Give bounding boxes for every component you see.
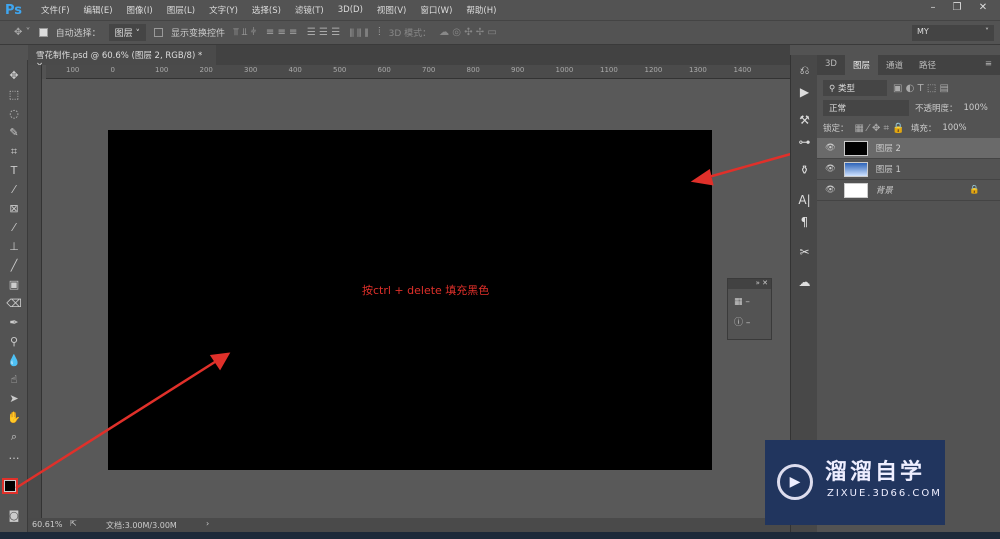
status-menu-arrow[interactable]: ›: [206, 519, 209, 528]
layer-name: 图层 1: [875, 165, 901, 175]
fill-value[interactable]: 100%: [942, 123, 966, 133]
watermark-url: ZIXUE.3D66.COM: [827, 488, 942, 499]
filter-value: 类型: [837, 84, 855, 94]
blend-mode-dropdown[interactable]: 正常: [823, 100, 909, 116]
adjustments-icon[interactable]: ⊶: [796, 135, 813, 152]
opacity-value[interactable]: 100%: [964, 103, 988, 113]
tab-layers[interactable]: 图层: [844, 55, 878, 75]
play-logo-icon: ▶: [777, 464, 813, 500]
watermark-logo: ▶ 溜溜自学 ZIXUE.3D66.COM: [765, 440, 945, 525]
visibility-eye-icon[interactable]: 👁: [825, 185, 836, 195]
lock-icons[interactable]: ▦ ⁄ ✥ ⌗ 🔒: [855, 123, 905, 134]
visibility-eye-icon[interactable]: 👁: [825, 143, 836, 153]
layer-filter-dropdown[interactable]: ⚲ 类型: [823, 80, 887, 96]
tab-paths[interactable]: 路径: [911, 55, 944, 75]
lock-label: 锁定：: [823, 124, 849, 134]
export-icon[interactable]: ⇱: [70, 519, 77, 528]
creative-cloud-icon[interactable]: ☁: [796, 275, 813, 292]
mini-item-value: –: [745, 297, 750, 307]
visibility-eye-icon[interactable]: 👁: [825, 164, 836, 174]
clone-source-icon[interactable]: ⚱: [796, 163, 813, 180]
actions-play-icon[interactable]: ▶: [796, 85, 813, 102]
character-icon[interactable]: A|: [796, 193, 813, 210]
brush-settings-icon[interactable]: ⚒: [796, 113, 813, 130]
layer-name: 背景: [875, 186, 893, 196]
layer-thumbnail: [843, 161, 868, 177]
mini-item-value: –: [745, 318, 751, 328]
layer-row[interactable]: 👁 图层 2: [817, 138, 1000, 159]
lock-icon: 🔒: [969, 185, 980, 195]
taskbar: [0, 532, 1000, 539]
layer-thumbnail: [843, 182, 868, 198]
blend-mode-value: 正常: [829, 104, 847, 114]
zoom-level[interactable]: 60.61%: [32, 520, 63, 529]
paragraph-icon[interactable]: ¶: [796, 215, 813, 232]
arrow-head-swatch: [209, 352, 231, 371]
arrow-head-layer: [690, 168, 714, 186]
layer-row[interactable]: 👁 背景 🔒: [817, 180, 1000, 201]
mini-panel-item-info[interactable]: ⓘ –: [728, 307, 771, 328]
layer-name: 图层 2: [875, 144, 901, 154]
history-icon[interactable]: ⎌: [796, 63, 813, 80]
tab-3d[interactable]: 3D: [817, 55, 845, 75]
opacity-label: 不透明度：: [915, 104, 958, 114]
status-bar: 60.61% ⇱ 文档:3.00M/3.00M ›: [28, 518, 790, 532]
doc-size: 文档:3.00M/3.00M: [106, 521, 177, 530]
tab-channels[interactable]: 通道: [878, 55, 911, 75]
filter-icons[interactable]: ▣ ◐ T ⬚ ▤: [893, 83, 949, 94]
mini-panel-close-icon[interactable]: » ✕: [728, 279, 771, 289]
mini-panel: » ✕ ▦ – ⓘ –: [727, 278, 772, 340]
layer-thumbnail: [843, 140, 868, 156]
arrow-from-swatch: [15, 358, 219, 490]
panel-menu-icon[interactable]: ≡: [977, 55, 1000, 75]
watermark-title: 溜溜自学: [825, 460, 926, 485]
tools-icon[interactable]: ✂: [796, 245, 813, 262]
mini-panel-item-1[interactable]: ▦ –: [728, 289, 771, 307]
fill-label: 填充：: [910, 124, 937, 134]
layer-row[interactable]: 👁 图层 1: [817, 159, 1000, 180]
